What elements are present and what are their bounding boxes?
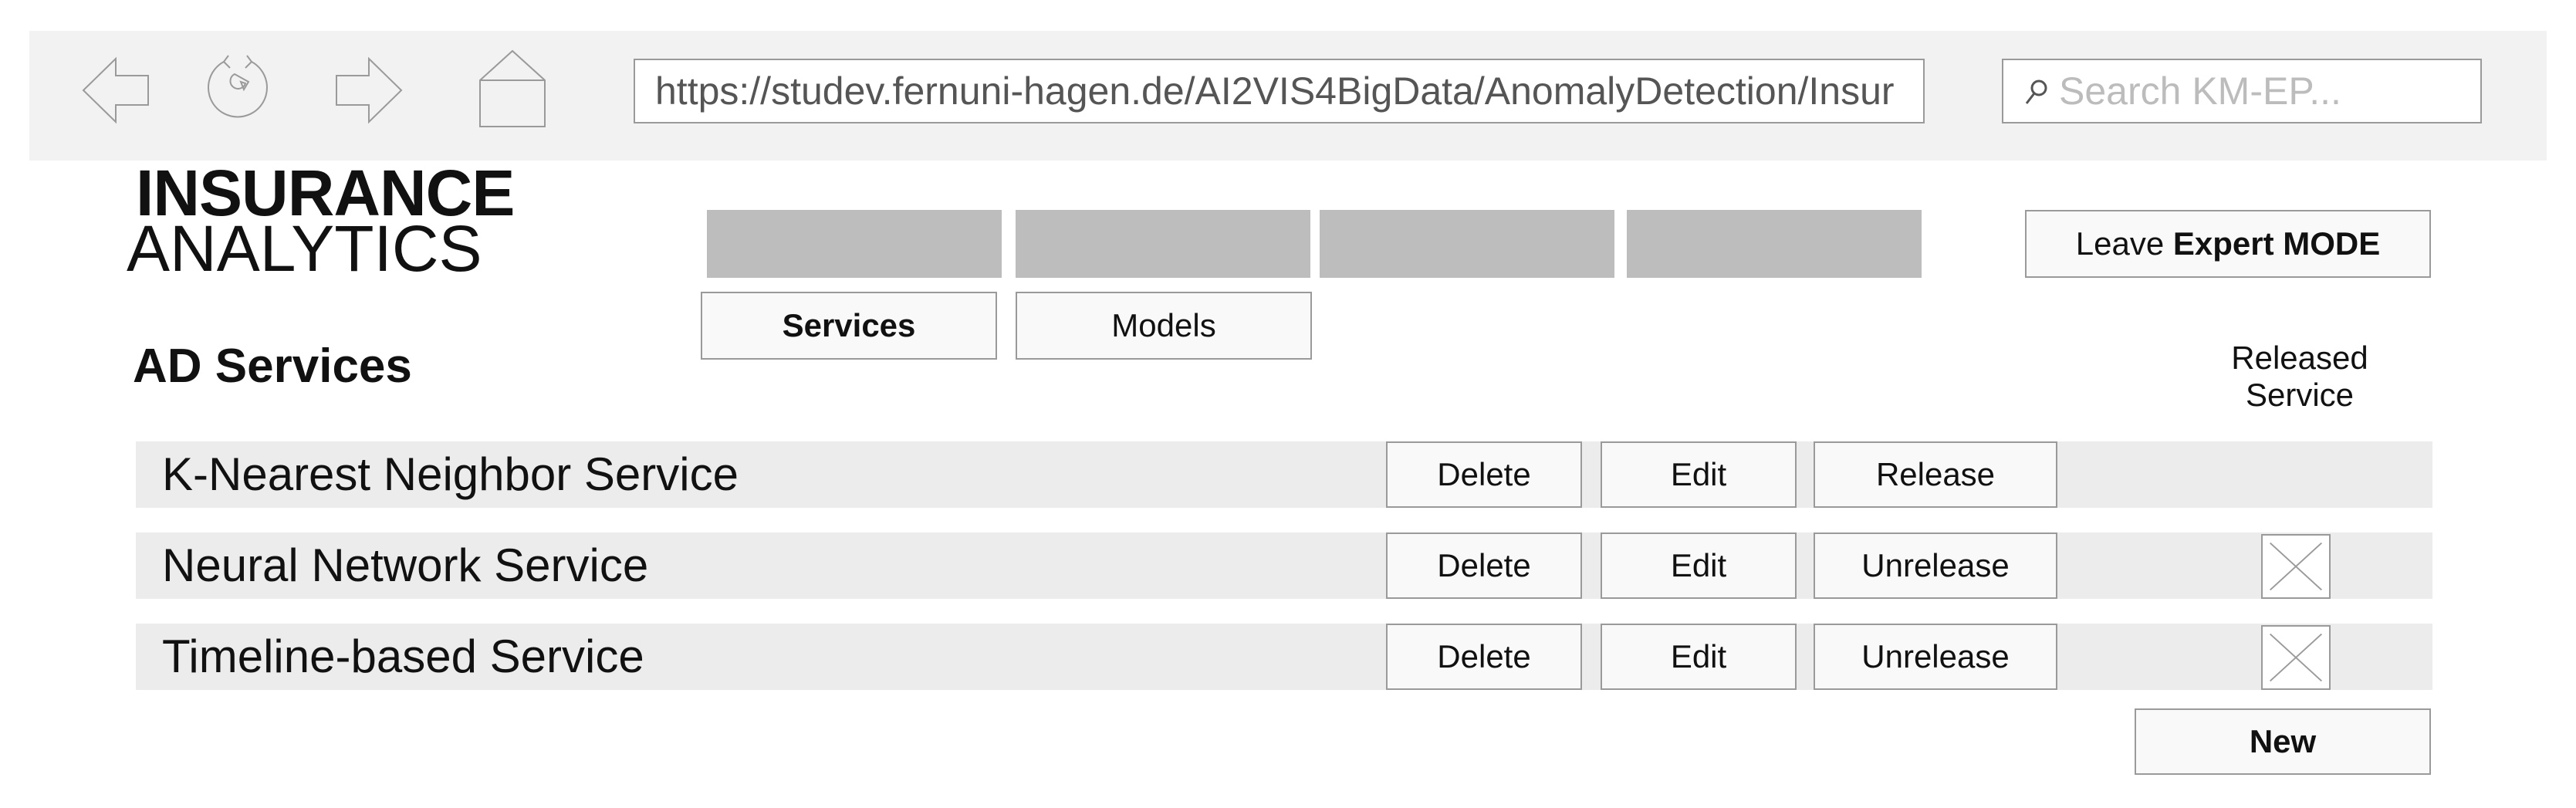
delete-button[interactable]: Delete bbox=[1386, 624, 1582, 690]
expert-mode-label: Expert MODE bbox=[2172, 225, 2381, 262]
edit-button[interactable]: Edit bbox=[1601, 441, 1797, 508]
released-checkbox[interactable] bbox=[2261, 625, 2331, 690]
leave-expert-mode-button[interactable]: Leave Expert MODE bbox=[2025, 210, 2431, 278]
service-row: Timeline-based Service bbox=[136, 624, 2432, 690]
service-name: Neural Network Service bbox=[162, 539, 649, 591]
tab-models[interactable]: Models bbox=[1016, 292, 1312, 360]
unrelease-button[interactable]: Unrelease bbox=[1814, 624, 2057, 690]
reload-icon[interactable] bbox=[201, 51, 275, 122]
edit-button[interactable]: Edit bbox=[1601, 532, 1797, 599]
nav-tab-4[interactable] bbox=[1627, 210, 1922, 278]
leave-label: Leave bbox=[2075, 225, 2173, 262]
delete-button[interactable]: Delete bbox=[1386, 441, 1582, 508]
service-name: Timeline-based Service bbox=[162, 631, 644, 682]
service-name: K-Nearest Neighbor Service bbox=[162, 448, 739, 500]
released-checkbox[interactable] bbox=[2261, 534, 2331, 599]
unrelease-button[interactable]: Unrelease bbox=[1814, 532, 2057, 599]
nav-tab-2[interactable] bbox=[1016, 210, 1310, 278]
released-service-header: Released Service bbox=[2231, 340, 2368, 413]
address-bar[interactable]: https://studev.fernuni-hagen.de/AI2VIS4B… bbox=[634, 59, 1925, 123]
delete-button[interactable]: Delete bbox=[1386, 532, 1582, 599]
service-row: K-Nearest Neighbor Service bbox=[136, 441, 2432, 508]
nav-tab-3[interactable] bbox=[1320, 210, 1614, 278]
search-placeholder: Search KM-EP... bbox=[2059, 69, 2341, 113]
forward-arrow-icon[interactable] bbox=[333, 54, 404, 127]
tab-services[interactable]: Services bbox=[701, 292, 997, 360]
page-title: AD Services bbox=[133, 340, 412, 393]
search-input[interactable]: Search KM-EP... bbox=[2002, 59, 2482, 123]
release-button[interactable]: Release bbox=[1814, 441, 2057, 508]
nav-tab-1[interactable] bbox=[707, 210, 1002, 278]
new-service-button[interactable]: New bbox=[2135, 708, 2431, 775]
service-row: Neural Network Service bbox=[136, 532, 2432, 599]
back-arrow-icon[interactable] bbox=[80, 54, 151, 127]
edit-button[interactable]: Edit bbox=[1601, 624, 1797, 690]
logo-line2: ANALYTICS bbox=[127, 212, 482, 285]
search-icon bbox=[2025, 79, 2047, 104]
home-icon[interactable] bbox=[478, 49, 546, 128]
